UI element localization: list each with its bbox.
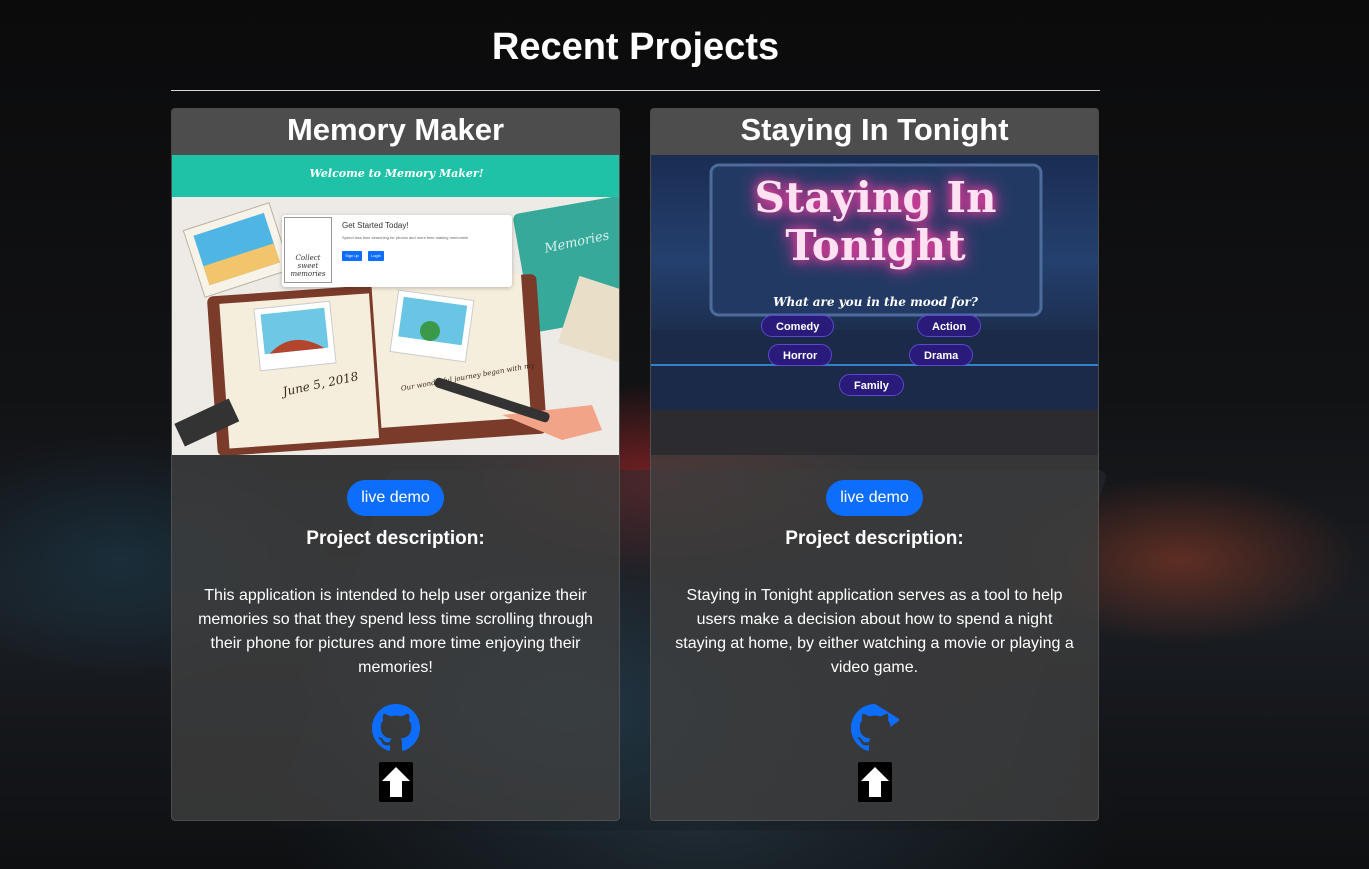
arrow-up-icon xyxy=(381,767,410,797)
app-banner-text: Welcome to Memory Maker! xyxy=(309,167,484,180)
live-demo-button[interactable]: live demo xyxy=(826,480,923,516)
project-title: Memory Maker xyxy=(172,109,619,155)
project-title: Staying In Tonight xyxy=(651,109,1098,155)
arrow-up-icon xyxy=(860,767,889,797)
description-heading: Project description: xyxy=(306,528,485,549)
option-comedy: Comedy xyxy=(761,315,835,337)
app-title-line1: Staying In xyxy=(754,173,997,222)
description-heading: Project description: xyxy=(785,528,964,549)
journal-illustration xyxy=(174,196,619,455)
signup-button: Sign up xyxy=(342,251,362,261)
option-drama: Drama xyxy=(909,344,974,366)
modal-title: Get Started Today! xyxy=(342,221,409,230)
project-screenshot: Staying In Tonight What are you in the m… xyxy=(651,155,1098,455)
back-to-top-button[interactable] xyxy=(857,762,892,802)
github-icon[interactable] xyxy=(371,704,420,752)
option-family: Family xyxy=(839,374,904,396)
option-action: Action xyxy=(917,315,982,337)
project-card-memory-maker: Memory Maker Welcome to Memory Maker! Me… xyxy=(171,108,620,821)
polaroid-logo: Collect sweet memories xyxy=(284,217,332,283)
back-to-top-button[interactable] xyxy=(378,762,413,802)
project-description: This application is intended to help use… xyxy=(198,587,593,676)
github-icon[interactable] xyxy=(850,704,913,752)
polaroid-text: Collect sweet memories xyxy=(290,254,326,278)
project-card-staying-in-tonight: Staying In Tonight Staying In Tonight Wh… xyxy=(650,108,1099,821)
screenshot-floor xyxy=(651,410,1098,455)
app-title-line2: Tonight xyxy=(785,221,966,270)
title-divider xyxy=(171,90,1100,91)
login-button: Login xyxy=(368,251,384,261)
live-demo-button[interactable]: live demo xyxy=(347,480,444,516)
option-horror: Horror xyxy=(768,344,833,366)
project-description: Staying in Tonight application serves as… xyxy=(675,587,1074,676)
app-subtitle: What are you in the mood for? xyxy=(773,295,978,309)
project-screenshot: Welcome to Memory Maker! Memories Get St… xyxy=(172,155,619,455)
section-title: Recent Projects xyxy=(491,26,780,68)
modal-text: Spend less time searching for photos and… xyxy=(342,235,469,240)
